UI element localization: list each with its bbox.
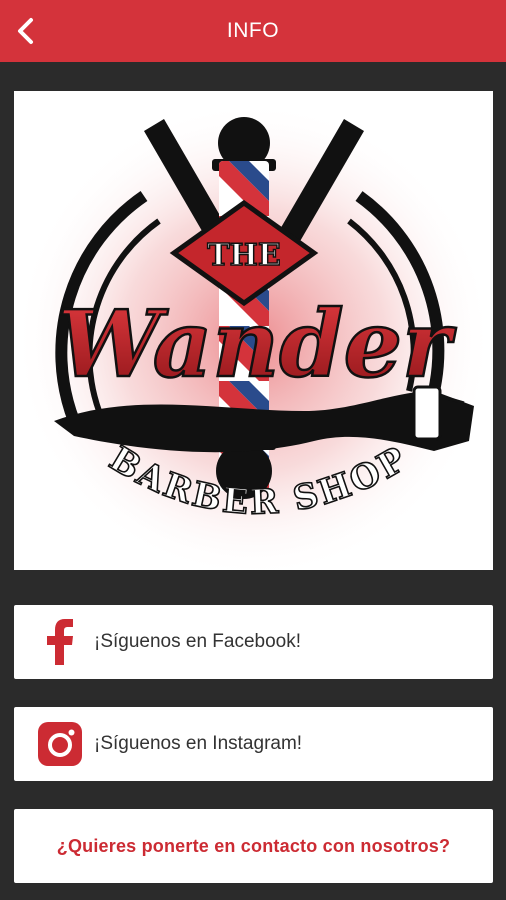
top-app-bar: INFO (0, 0, 506, 62)
page-title: INFO (226, 19, 280, 42)
wander-barber-shop-logo: THE Wander BARBER SHOP (14, 91, 493, 570)
contact-us-button[interactable]: ¿Quieres ponerte en contacto con nosotro… (14, 809, 493, 883)
brand-logo-card: THE Wander BARBER SHOP (14, 91, 493, 570)
instagram-link-label: ¡Síguenos en Instagram! (94, 733, 303, 754)
back-button[interactable] (8, 13, 44, 49)
logo-the-text: THE (207, 238, 281, 273)
contact-us-label: ¿Quieres ponerte en contacto con nosotro… (56, 835, 451, 856)
facebook-link-label: ¡Síguenos en Facebook! (94, 631, 302, 652)
instagram-icon (36, 720, 84, 768)
facebook-icon (36, 618, 84, 666)
instagram-link-row[interactable]: ¡Síguenos en Instagram! (14, 707, 493, 781)
facebook-link-row[interactable]: ¡Síguenos en Facebook! (14, 605, 493, 679)
logo-wander-text: Wander (57, 290, 457, 398)
chevron-left-icon (18, 18, 33, 44)
